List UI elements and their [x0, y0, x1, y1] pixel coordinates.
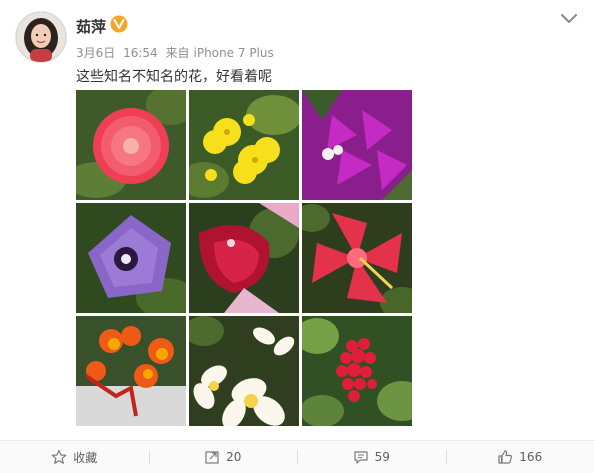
comment-count: 59 [375, 450, 390, 464]
comment-icon [353, 449, 369, 465]
photo-red-tropical-flower[interactable] [189, 203, 299, 313]
favorite-button[interactable]: 收藏 [0, 441, 149, 473]
comment-button[interactable]: 59 [297, 441, 446, 473]
post-text: 这些知名不知名的花，好看着呢 [76, 66, 272, 86]
favorite-label: 收藏 [73, 449, 97, 466]
avatar-image [16, 12, 66, 62]
repost-icon [204, 449, 220, 465]
repost-count: 20 [226, 450, 241, 464]
thumbs-up-icon [497, 449, 513, 465]
avatar[interactable] [16, 12, 66, 62]
verified-v-icon [110, 15, 128, 33]
repost-button[interactable]: 20 [149, 441, 298, 473]
post-meta: 3月6日 16:54 来自 iPhone 7 Plus [76, 44, 278, 61]
photo-orange-red-flowers[interactable] [76, 316, 186, 426]
photo-yellow-flowers[interactable] [189, 90, 299, 200]
chevron-down-icon[interactable] [560, 12, 578, 26]
photo-white-frangipani[interactable] [189, 316, 299, 426]
photo-grid [76, 90, 412, 426]
like-count: 166 [519, 450, 542, 464]
username[interactable]: 茹萍 [76, 16, 106, 37]
source-prefix: 来自 [166, 46, 190, 60]
action-bar: 收藏 20 59 166 [0, 440, 594, 473]
star-icon [51, 449, 67, 465]
photo-red-ixora[interactable] [302, 316, 412, 426]
photo-red-pom-pom-flower[interactable] [76, 90, 186, 200]
photo-purple-morning-glory[interactable] [76, 203, 186, 313]
source-device: iPhone 7 Plus [194, 46, 274, 60]
post-time[interactable]: 16:54 [123, 46, 158, 60]
post-date[interactable]: 3月6日 [76, 46, 115, 60]
like-button[interactable]: 166 [446, 441, 594, 473]
photo-magenta-bougainvillea[interactable] [302, 90, 412, 200]
weibo-post: 茹萍 3月6日 16:54 来自 iPhone 7 Plus 这些知名不知名的花，… [0, 0, 594, 472]
photo-red-hibiscus[interactable] [302, 203, 412, 313]
